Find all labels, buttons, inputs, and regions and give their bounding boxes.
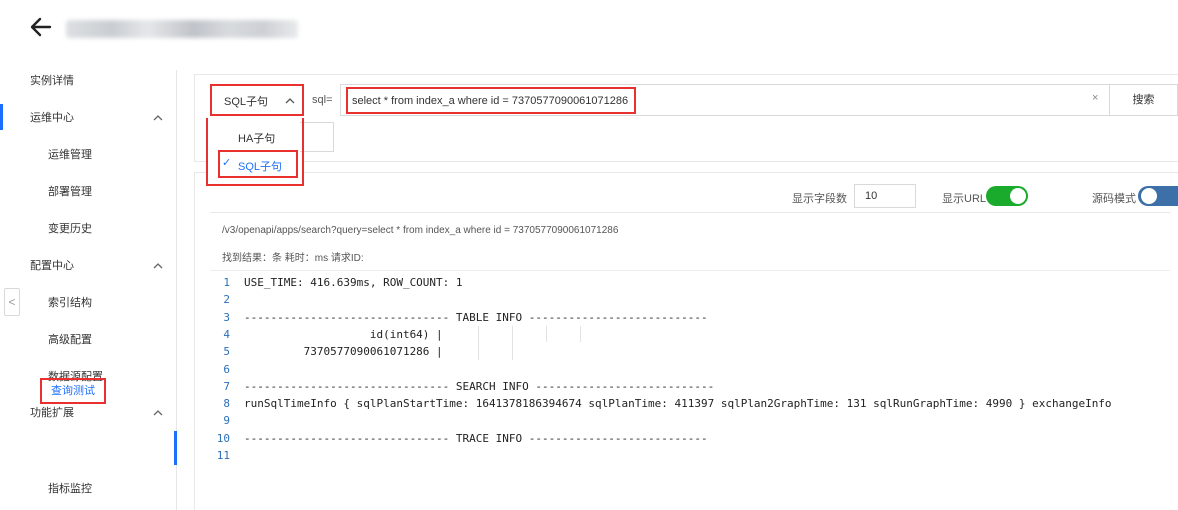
sidebar-item-index-structure[interactable]: 索引结构 — [48, 293, 92, 313]
code-line: 8 runSqlTimeInfo { sqlPlanStartTime: 1641… — [210, 397, 1112, 413]
code-line: 6 — [210, 363, 244, 379]
code-viewer: 1 USE_TIME: 416.639ms, ROW_COUNT: 1 2 3 ----… — [210, 276, 1178, 476]
sidebar — [0, 60, 180, 510]
line-text: ------------------------------- TABLE IN… — [244, 310, 708, 324]
sql-prefix-label: sql= — [312, 94, 333, 106]
dropdown-highlight — [206, 118, 304, 186]
chevron-up-icon[interactable] — [152, 112, 164, 124]
line-number: 9 — [223, 414, 230, 428]
line-number: 1 — [223, 276, 230, 289]
result-meta: 找到结果：条 耗时：ms 请求ID: — [222, 253, 364, 264]
line-number: 6 — [223, 362, 230, 376]
search-button[interactable]: 搜索 — [1110, 84, 1178, 116]
source-mode-label: 源码模式 — [1092, 193, 1136, 205]
code-line: 10 ------------------------------- TRACE … — [210, 432, 708, 448]
code-line: 4 id(int64) | — [210, 327, 443, 344]
line-number: 10 — [216, 431, 230, 445]
code-line: 3 ------------------------------- TABLE I… — [210, 310, 708, 327]
line-number: 11 — [216, 449, 230, 462]
chevron-up-icon[interactable] — [152, 407, 164, 419]
line-number: 5 — [223, 345, 230, 359]
sidebar-item-deploy-manage[interactable]: 部署管理 — [48, 182, 92, 202]
sql-input-highlight — [346, 87, 636, 114]
show-url-toggle[interactable] — [986, 186, 1028, 206]
arrow-left-icon[interactable] — [28, 14, 54, 40]
line-number: 2 — [223, 293, 230, 307]
code-line: 11 — [210, 449, 244, 465]
code-line: 1 USE_TIME: 416.639ms, ROW_COUNT: 1 — [210, 276, 463, 292]
page-header — [0, 0, 1178, 60]
active-indicator — [174, 431, 177, 465]
show-url-label: 显示URL — [942, 193, 987, 205]
line-number: 3 — [223, 310, 230, 324]
sidebar-item-ops-manage[interactable]: 运维管理 — [48, 145, 92, 165]
line-text: ------------------------------- TRACE IN… — [244, 431, 708, 445]
code-line: 9 — [210, 414, 244, 430]
code-line: 5 7370577090061071286 | — [210, 345, 443, 361]
sidebar-item-query-test[interactable]: 查询测试 — [40, 378, 106, 404]
code-line: 7 ------------------------------- SEARCH … — [210, 380, 714, 396]
sidebar-item-metrics-monitor[interactable]: 指标监控 — [48, 479, 92, 499]
indent-guide — [580, 326, 581, 342]
line-text: ------------------------------- SEARCH I… — [244, 379, 715, 393]
result-divider — [210, 212, 1170, 213]
line-number: 7 — [223, 379, 230, 393]
line-text: runSqlTimeInfo { sqlPlanStartTime: 16413… — [244, 397, 1112, 411]
sidebar-item-advanced-config[interactable]: 高级配置 — [48, 330, 92, 350]
indent-guide — [546, 326, 547, 342]
sidebar-item-change-history[interactable]: 变更历史 — [48, 219, 92, 239]
clause-type-value: SQL子句 — [224, 96, 269, 108]
sidebar-collapse-button[interactable]: < — [4, 288, 20, 316]
line-text: USE_TIME: 416.639ms, ROW_COUNT: 1 — [244, 276, 463, 289]
code-line: 2 — [210, 293, 244, 309]
source-mode-toggle[interactable] — [1138, 186, 1178, 206]
field-count-label: 显示字段数 — [792, 193, 847, 205]
request-url: /v3/openapi/apps/search?query=select * f… — [222, 225, 619, 236]
sidebar-group-ops-center[interactable]: 运维中心 — [30, 108, 74, 128]
indent-guide — [478, 326, 479, 360]
line-number: 4 — [223, 327, 230, 341]
clear-icon[interactable]: × — [1092, 92, 1098, 104]
code-divider — [210, 270, 1170, 271]
indent-guide — [512, 326, 513, 360]
line-text: id(int64) | — [244, 327, 443, 341]
sidebar-item-instance-detail[interactable]: 实例详情 — [30, 71, 74, 91]
sidebar-accent — [0, 104, 3, 130]
chevron-up-icon[interactable] — [152, 260, 164, 272]
chevron-up-icon — [285, 98, 295, 104]
secondary-input[interactable] — [300, 122, 334, 152]
clause-type-select[interactable]: SQL子句 — [210, 84, 304, 116]
redacted-title — [66, 20, 298, 38]
line-text: 7370577090061071286 | — [244, 345, 443, 359]
field-count-input[interactable]: 10 — [854, 184, 916, 208]
sidebar-group-config-center[interactable]: 配置中心 — [30, 256, 74, 276]
line-number: 8 — [223, 397, 230, 411]
sidebar-group-extensions[interactable]: 功能扩展 — [30, 403, 74, 423]
